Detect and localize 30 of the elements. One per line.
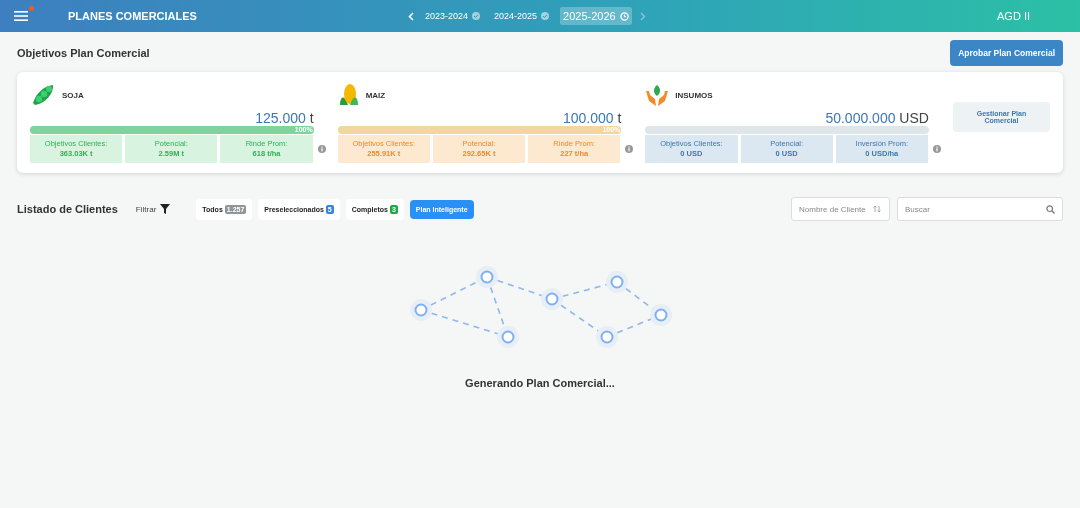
pea-pod-icon [30,83,56,107]
info-icon[interactable] [625,145,634,154]
previous-icon[interactable] [408,11,414,21]
app-title: PLANES COMERCIALES [68,10,198,22]
info-icon[interactable] [932,145,941,154]
menu-icon[interactable] [14,11,28,21]
funnel-icon [160,204,171,215]
product-name: SOJA [62,90,84,100]
year-tab[interactable]: 2025-2026 [560,7,632,25]
sort-icon[interactable] [873,205,882,214]
info-icon[interactable] [317,145,326,154]
product-name: INSUMOS [675,90,713,100]
year-tab[interactable]: 2024-2025 [491,8,553,24]
product-target: 125.000 t [254,110,315,126]
filter-button[interactable]: Filtrar [129,203,177,216]
section-title: Listado de Clientes [17,203,118,216]
hands-leaf-icon [645,83,670,107]
search-field[interactable]: Buscar [897,197,1063,222]
approve-button[interactable]: Aprobar Plan Comercial [950,40,1063,66]
loading-message: Generando Plan Comercial... [465,377,615,390]
search-icon[interactable] [1046,205,1055,215]
corn-icon [337,83,360,107]
product-name: MAIZ [365,90,386,100]
user-name: AGD II [997,10,1030,22]
next-icon[interactable] [639,11,646,21]
sort-field[interactable]: Nombre de Cliente [791,197,890,222]
product-target: 50.000.000 USD [824,110,930,126]
section-title: Objetivos Plan Comercial [17,47,150,59]
product-target: 100.000 t [561,110,623,126]
year-tab[interactable]: 2023-2024 [422,8,484,24]
